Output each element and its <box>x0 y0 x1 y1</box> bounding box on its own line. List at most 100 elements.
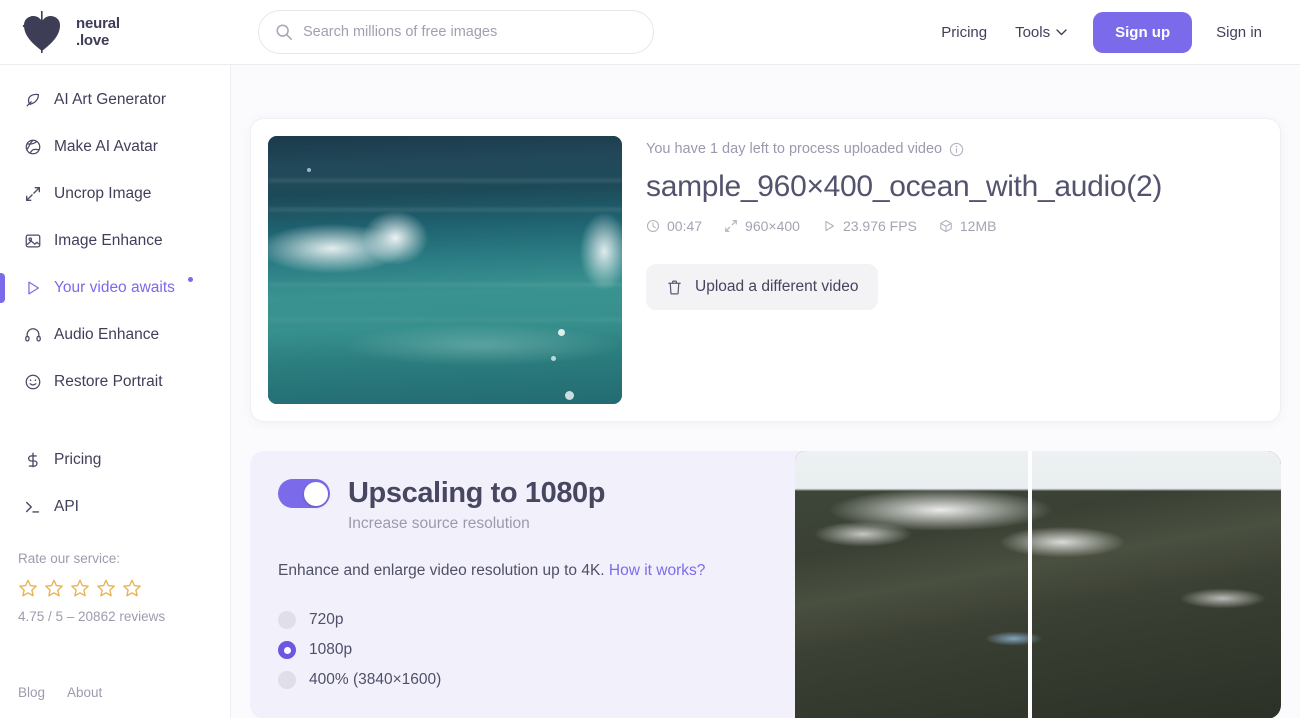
sidebar-item-api[interactable]: API <box>0 490 230 524</box>
search-icon <box>275 23 293 41</box>
meta-value: 12MB <box>960 218 997 234</box>
sidebar-item-restore-portrait[interactable]: Restore Portrait <box>0 365 230 399</box>
sidebar-item-label: Audio Enhance <box>54 326 159 344</box>
sidebar-item-make-ai-avatar[interactable]: Make AI Avatar <box>0 130 230 164</box>
clock-icon <box>646 219 660 233</box>
rating-summary: 4.75 / 5 – 20862 reviews <box>18 609 230 624</box>
option-label: 720p <box>309 611 343 629</box>
headphones-icon <box>24 326 42 344</box>
meta-filesize: 12MB <box>939 218 997 234</box>
sidebar-item-label: Restore Portrait <box>54 373 163 391</box>
video-filename: sample_960×400_ocean_with_audio(2) <box>646 170 1263 204</box>
nav-pricing[interactable]: Pricing <box>927 16 1001 49</box>
sign-up-button[interactable]: Sign up <box>1093 12 1192 53</box>
meta-value: 960×400 <box>745 218 800 234</box>
sign-in-link[interactable]: Sign in <box>1202 16 1276 49</box>
rating-block: Rate our service: <box>0 537 230 624</box>
upscaling-toggle[interactable] <box>278 479 330 508</box>
sidebar-item-label: AI Art Generator <box>54 91 166 109</box>
option-label: 400% (3840×1600) <box>309 671 441 689</box>
comparison-divider[interactable] <box>1028 451 1032 718</box>
star-rating[interactable] <box>18 578 230 598</box>
sidebar-item-label: Uncrop Image <box>54 185 151 203</box>
heart-logo-icon <box>20 11 66 53</box>
radio-icon-selected[interactable] <box>278 641 296 659</box>
terminal-icon <box>24 498 42 516</box>
nav-tools-label: Tools <box>1015 24 1050 41</box>
star-icon[interactable] <box>44 578 64 598</box>
uploaded-video-card: You have 1 day left to process uploaded … <box>250 118 1281 422</box>
sidebar-item-your-video-awaits[interactable]: Your video awaits <box>0 271 230 305</box>
smiley-icon <box>24 373 42 391</box>
upscaling-card: Upscaling to 1080p Increase source resol… <box>250 451 1281 718</box>
resolution-option-1080p[interactable]: 1080p <box>278 635 757 665</box>
thumbnail-image <box>268 136 622 404</box>
toggle-knob <box>304 482 328 506</box>
option-label: 1080p <box>309 641 352 659</box>
how-it-works-link[interactable]: How it works? <box>609 562 705 579</box>
brand-name: neural .love <box>76 15 120 49</box>
upscaling-settings: Upscaling to 1080p Increase source resol… <box>250 451 785 718</box>
star-icon[interactable] <box>70 578 90 598</box>
trash-icon <box>666 279 683 296</box>
page-body: AI Art Generator Make AI Avatar <box>0 65 1300 718</box>
mountain-upscale-comparison[interactable] <box>795 451 1281 718</box>
search-box[interactable] <box>258 10 654 54</box>
resolution-options: 720p 1080p 400% (3840×1600) <box>278 605 757 695</box>
sidebar-item-pricing[interactable]: Pricing <box>0 443 230 477</box>
play-icon <box>24 279 42 297</box>
sidebar-item-ai-art-generator[interactable]: AI Art Generator <box>0 83 230 117</box>
resolution-option-400-percent[interactable]: 400% (3840×1600) <box>278 665 757 695</box>
brand-line-1: neural <box>76 15 120 32</box>
sidebar-item-label: Your video awaits <box>54 279 175 297</box>
meta-duration: 00:47 <box>646 218 702 234</box>
play-icon <box>822 219 836 233</box>
meta-fps: 23.976 FPS <box>822 218 917 234</box>
footer-link-about[interactable]: About <box>67 685 102 700</box>
upscaling-subtitle: Increase source resolution <box>348 515 757 533</box>
sidebar-item-audio-enhance[interactable]: Audio Enhance <box>0 318 230 352</box>
chevron-down-icon <box>1056 29 1067 36</box>
sidebar-item-label: API <box>54 498 79 516</box>
nav-tools[interactable]: Tools <box>1001 16 1081 49</box>
ocean-video-thumbnail[interactable] <box>268 136 622 404</box>
info-circle-icon[interactable] <box>949 142 964 157</box>
sidebar-item-image-enhance[interactable]: Image Enhance <box>0 224 230 258</box>
active-indicator <box>0 273 5 303</box>
video-metadata: 00:47 960×400 <box>646 218 1263 234</box>
rating-label: Rate our service: <box>18 551 230 566</box>
app-root: neural .love Pricing Tools <box>0 0 1300 718</box>
upscaling-title: Upscaling to 1080p <box>348 477 605 510</box>
image-icon <box>24 232 42 250</box>
meta-value: 00:47 <box>667 218 702 234</box>
resolution-option-720p[interactable]: 720p <box>278 605 757 635</box>
upscaling-description: Enhance and enlarge video resolution up … <box>278 558 708 583</box>
sidebar-item-uncrop-image[interactable]: Uncrop Image <box>0 177 230 211</box>
upload-button-label: Upload a different video <box>695 278 858 296</box>
sidebar-item-label: Pricing <box>54 451 101 469</box>
resize-icon <box>724 219 738 233</box>
feather-icon <box>24 91 42 109</box>
sidebar-divider-space <box>0 412 230 443</box>
comparison-image <box>795 451 1281 718</box>
radio-icon[interactable] <box>278 671 296 689</box>
description-text: Enhance and enlarge video resolution up … <box>278 562 609 579</box>
search-input[interactable] <box>303 24 637 40</box>
footer-link-blog[interactable]: Blog <box>18 685 45 700</box>
upload-different-video-button[interactable]: Upload a different video <box>646 264 878 310</box>
star-icon[interactable] <box>96 578 116 598</box>
star-icon[interactable] <box>18 578 38 598</box>
main-content: You have 1 day left to process uploaded … <box>231 65 1300 718</box>
meta-resolution: 960×400 <box>724 218 800 234</box>
sidebar-footer: Blog About <box>0 685 230 718</box>
radio-icon[interactable] <box>278 611 296 629</box>
star-icon[interactable] <box>122 578 142 598</box>
search-wrapper <box>258 10 654 54</box>
video-info: You have 1 day left to process uploaded … <box>646 136 1263 404</box>
brand-line-2: .love <box>76 32 120 49</box>
new-badge-dot <box>188 277 193 282</box>
sidebar: AI Art Generator Make AI Avatar <box>0 65 231 718</box>
brand-logo[interactable]: neural .love <box>20 11 230 53</box>
meta-value: 23.976 FPS <box>843 218 917 234</box>
sidebar-item-label: Image Enhance <box>54 232 163 250</box>
